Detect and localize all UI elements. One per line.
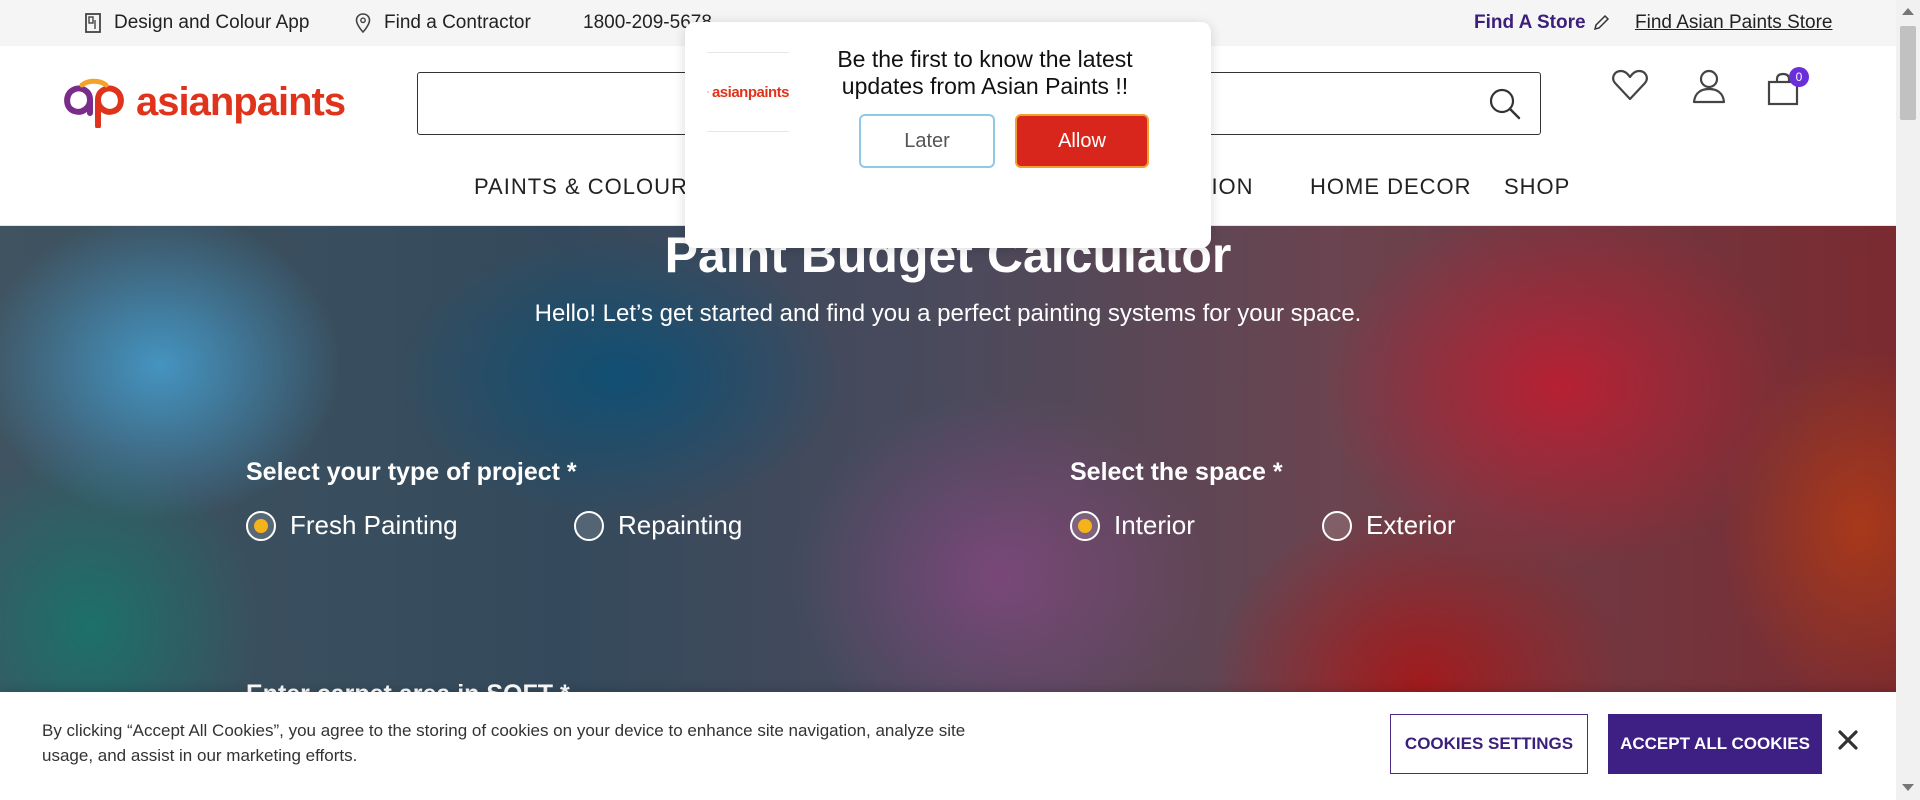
radio-button[interactable]: [574, 510, 604, 541]
close-icon[interactable]: [1834, 726, 1862, 754]
cookies-settings-button[interactable]: COOKIES SETTINGS: [1390, 714, 1588, 774]
scroll-thumb[interactable]: [1900, 26, 1916, 120]
logo-text: asianpaints: [136, 79, 346, 124]
radio-button[interactable]: [1070, 510, 1100, 541]
find-asian-store-label: Find Asian Paints Store: [1635, 12, 1833, 33]
radio-interior[interactable]: Interior: [1070, 510, 1195, 541]
radio-label: Repainting: [618, 510, 743, 540]
page-scrollbar[interactable]: [1896, 0, 1920, 800]
find-contractor-link[interactable]: Find a Contractor: [352, 12, 531, 34]
location-pin-icon: [352, 12, 374, 34]
cookie-text: By clicking “Accept All Cookies”, you ag…: [42, 721, 966, 765]
find-contractor-label: Find a Contractor: [384, 12, 531, 33]
prompt-logo-text: asianpaints: [711, 83, 790, 101]
radio-button[interactable]: [1322, 510, 1352, 541]
prompt-logo: asianpaints: [707, 52, 790, 132]
logo-mark-icon: [64, 78, 124, 128]
accept-all-cookies-button[interactable]: ACCEPT ALL COOKIES: [1608, 714, 1822, 774]
user-account-icon[interactable]: [1692, 68, 1726, 109]
radio-fresh-painting[interactable]: Fresh Painting: [246, 510, 458, 541]
find-store-link[interactable]: Find A Store: [1474, 12, 1612, 34]
scroll-up-arrow-icon[interactable]: [1902, 8, 1914, 15]
radio-button[interactable]: [246, 510, 276, 541]
prompt-message: Be the first to know the latest updates …: [837, 46, 1133, 99]
radio-repainting[interactable]: Repainting: [574, 510, 742, 541]
find-store-label: Find A Store: [1474, 12, 1586, 33]
cookie-banner: By clicking “Accept All Cookies”, you ag…: [0, 692, 1896, 800]
cart-count-badge: 0: [1789, 67, 1809, 87]
find-asian-store-link[interactable]: Find Asian Paints Store: [1635, 12, 1833, 34]
project-type-label: Select your type of project *: [246, 458, 577, 486]
wishlist-heart-icon[interactable]: [1611, 68, 1649, 107]
space-label: Select the space *: [1070, 458, 1283, 486]
radio-label: Interior: [1114, 510, 1195, 540]
nav-shop[interactable]: SHOP: [1504, 174, 1570, 200]
allow-button[interactable]: Allow: [1015, 114, 1149, 168]
search-icon[interactable]: [1488, 87, 1522, 126]
radio-exterior[interactable]: Exterior: [1322, 510, 1456, 541]
push-notification-prompt: asianpaints Be the first to know the lat…: [685, 22, 1211, 248]
logo-mark-icon: [707, 91, 709, 93]
scroll-down-arrow-icon[interactable]: [1902, 784, 1914, 791]
design-app-link[interactable]: Design and Colour App: [82, 12, 309, 34]
app-icon: [82, 12, 104, 34]
radio-label: Fresh Painting: [290, 510, 458, 540]
nav-paints-colours[interactable]: PAINTS & COLOURS: [474, 174, 704, 200]
nav-home-decor[interactable]: HOME DECOR: [1310, 174, 1472, 200]
radio-label: Exterior: [1366, 510, 1456, 540]
logo[interactable]: asianpaints: [60, 76, 346, 128]
page-subtitle: Hello! Let’s get started and find you a …: [534, 300, 1362, 327]
design-app-label: Design and Colour App: [114, 12, 310, 33]
later-button[interactable]: Later: [859, 114, 995, 168]
pencil-icon: [1590, 12, 1612, 34]
